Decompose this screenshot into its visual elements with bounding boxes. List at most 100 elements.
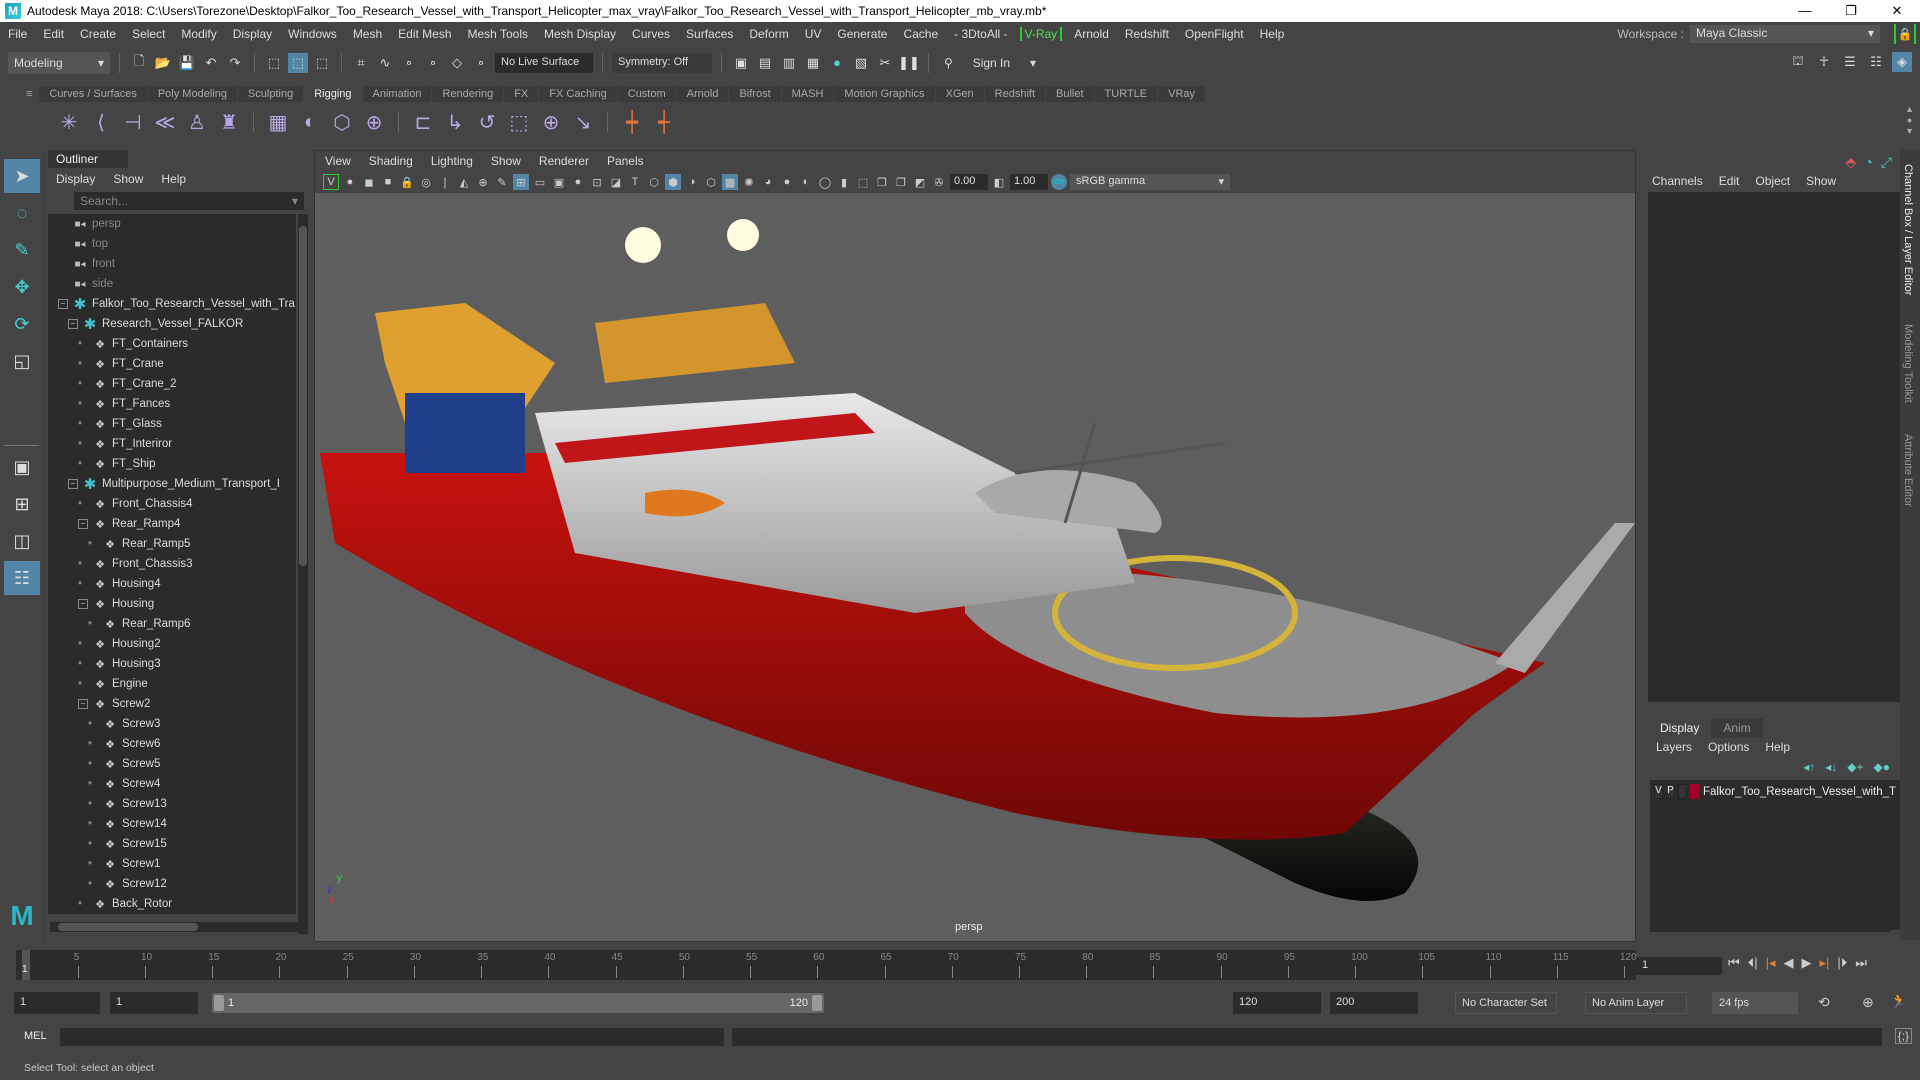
menu-display[interactable]: Display <box>225 27 280 41</box>
outliner-item[interactable]: − ❖ Housing <box>48 594 296 614</box>
outliner-item[interactable]: • ❖ Rear_Ramp6 <box>48 614 296 634</box>
shelf-tab[interactable]: Sculpting <box>237 86 305 102</box>
play-backwards-icon[interactable]: ◀ <box>1784 955 1794 971</box>
outliner-menu-display[interactable]: Display <box>56 172 95 186</box>
menu-mesh-display[interactable]: Mesh Display <box>536 27 624 41</box>
snap-grid-icon[interactable]: ⌗ <box>351 53 371 73</box>
3d-scene-render[interactable] <box>315 193 1635 941</box>
shelf-tab[interactable]: Motion Graphics <box>834 86 936 102</box>
menu-modify[interactable]: Modify <box>173 27 224 41</box>
shelf-tab[interactable]: Bullet <box>1046 86 1095 102</box>
minimize-button[interactable]: — <box>1782 3 1828 19</box>
tab-anim[interactable]: Anim <box>1711 718 1763 738</box>
channel-box-icon[interactable]: ◈ <box>1892 52 1912 72</box>
bind-skin-icon[interactable]: ◐ <box>297 109 323 135</box>
outliner-menu-show[interactable]: Show <box>113 172 143 186</box>
collapse-toggle[interactable]: − <box>78 599 88 609</box>
outliner-item[interactable]: ■◂ side <box>48 274 296 294</box>
outliner-item[interactable]: • ❖ Engine <box>48 674 296 694</box>
outliner-item[interactable]: ■◂ top <box>48 234 296 254</box>
exposure-field[interactable]: 0.00 <box>950 174 988 190</box>
current-frame-field[interactable]: 1 <box>1636 957 1722 975</box>
collapse-toggle[interactable]: − <box>78 699 88 709</box>
workspace-dropdown[interactable]: Maya Classic ▾ <box>1690 25 1880 43</box>
command-input[interactable] <box>60 1028 724 1046</box>
object-menu[interactable]: Object <box>1755 174 1790 188</box>
snap-curve-icon[interactable]: ∿ <box>375 53 395 73</box>
viewport-menu-show[interactable]: Show <box>491 154 521 168</box>
connect-attribute-icon[interactable]: ┽ <box>651 109 677 135</box>
move-layer-down-icon[interactable]: ◂↓ <box>1825 760 1837 774</box>
channels-menu[interactable]: Channels <box>1652 174 1703 188</box>
vray-tools-icon[interactable]: ✂ <box>875 53 895 73</box>
tangent-icon[interactable]: ⤢ <box>1881 154 1892 171</box>
play-forwards-icon[interactable]: ▶ <box>1802 955 1812 971</box>
menu-cache[interactable]: Cache <box>895 27 946 41</box>
pause-icon[interactable]: ❚❚ <box>898 53 920 73</box>
lock-icon[interactable]: 🔒 <box>1894 24 1916 44</box>
outliner-menu-help[interactable]: Help <box>161 172 186 186</box>
xray-components-icon[interactable]: ◩ <box>912 174 928 190</box>
anim-layer-dropdown[interactable]: No Anim Layer <box>1585 992 1687 1014</box>
shelf-tab[interactable]: Animation <box>362 86 433 102</box>
tab-attribute-editor[interactable]: Attribute Editor <box>1902 430 1914 511</box>
safe-action-icon[interactable]: ◪ <box>608 174 624 190</box>
shelf-tab[interactable]: Curves / Surfaces <box>39 86 148 102</box>
outliner-layout-icon[interactable]: ☷ <box>4 561 40 595</box>
view-transform-dropdown[interactable]: sRGB gamma ▾ <box>1070 174 1230 190</box>
menu-edit-mesh[interactable]: Edit Mesh <box>390 27 459 41</box>
rotate-tool-icon[interactable]: ⟳ <box>4 307 40 341</box>
outliner-horizontal-scrollbar[interactable] <box>50 922 300 932</box>
select-hierarchy-icon[interactable]: ⬚ <box>264 53 284 73</box>
mirror-joint-icon[interactable]: ≪ <box>152 109 178 135</box>
bookmark-icon[interactable]: ❘ <box>437 174 453 190</box>
close-button[interactable]: ✕ <box>1874 3 1920 19</box>
orient-constraint-icon[interactable]: ↺ <box>474 109 500 135</box>
step-forward-key-icon[interactable]: ▸| <box>1820 955 1830 971</box>
script-editor-icon[interactable]: {;} <box>1894 1028 1912 1044</box>
shelf-scroll[interactable]: ▲ ● ▼ <box>1905 104 1914 137</box>
aim-constraint-icon[interactable]: ⊕ <box>538 109 564 135</box>
transform-manipulator-icon[interactable]: ⬘ <box>1846 154 1857 171</box>
layer-row[interactable]: V P Falkor_Too_Research_Vessel_with_T <box>1650 780 1900 803</box>
speed-icon[interactable]: ◔ <box>1864 154 1872 171</box>
tool-settings-icon[interactable]: ☷ <box>1866 52 1886 72</box>
outliner-vertical-scrollbar[interactable] <box>298 214 308 934</box>
menu-edit[interactable]: Edit <box>35 27 72 41</box>
new-layer-from-selected-icon[interactable]: ◆● <box>1874 760 1890 774</box>
outliner-item[interactable]: • ❖ Front_Chassis4 <box>48 494 296 514</box>
visibility-toggle[interactable]: V <box>1654 784 1663 799</box>
menu-windows[interactable]: Windows <box>280 27 345 41</box>
outliner-item[interactable]: • ❖ Housing2 <box>48 634 296 654</box>
menu-create[interactable]: Create <box>72 27 124 41</box>
shelf-tab[interactable]: FX <box>504 86 540 102</box>
animation-start-field[interactable]: 1 <box>14 992 100 1014</box>
step-forward-frame-icon[interactable]: |⏵ <box>1837 955 1847 971</box>
ik-handle-icon[interactable]: ⟨ <box>88 109 114 135</box>
outliner-item[interactable]: • ❖ Screw3 <box>48 714 296 734</box>
outliner-item[interactable]: • ❖ FT_Interiror <box>48 434 296 454</box>
xray-joints-icon[interactable]: ❐ <box>893 174 909 190</box>
shelf-tab[interactable]: XGen <box>935 86 985 102</box>
outliner-item[interactable]: − ❖ Screw2 <box>48 694 296 714</box>
menu-deform[interactable]: Deform <box>741 27 796 41</box>
outliner-item[interactable]: • ❖ FT_Fances <box>48 394 296 414</box>
outliner-item[interactable]: • ❖ FT_Ship <box>48 454 296 474</box>
sign-in-button[interactable]: ⚲ Sign In ▾ <box>938 51 1042 74</box>
outliner-tab[interactable]: Outliner <box>48 150 128 168</box>
humanik-icon[interactable]: ♜ <box>216 109 242 135</box>
joint-tool-icon[interactable]: ✳ <box>56 109 82 135</box>
collapse-toggle[interactable]: − <box>68 479 78 489</box>
lattice-icon[interactable]: ⬡ <box>329 109 355 135</box>
gamma-field[interactable]: 1.00 <box>1010 174 1048 190</box>
shelf-tab-active[interactable]: Rigging <box>304 86 363 102</box>
grid-icon[interactable]: ⊞ <box>513 174 529 190</box>
layers-menu[interactable]: Layers <box>1656 740 1692 754</box>
show-menu[interactable]: Show <box>1806 174 1836 188</box>
cluster-icon[interactable]: ⊕ <box>361 109 387 135</box>
collapse-toggle[interactable]: − <box>58 299 68 309</box>
edit-menu[interactable]: Edit <box>1719 174 1740 188</box>
outliner-item[interactable]: − ✱ Multipurpose_Medium_Transport_I <box>48 474 296 494</box>
shelf-tab[interactable]: Redshift <box>984 86 1047 102</box>
animation-preferences-icon[interactable]: 🏃 <box>1890 993 1907 1010</box>
